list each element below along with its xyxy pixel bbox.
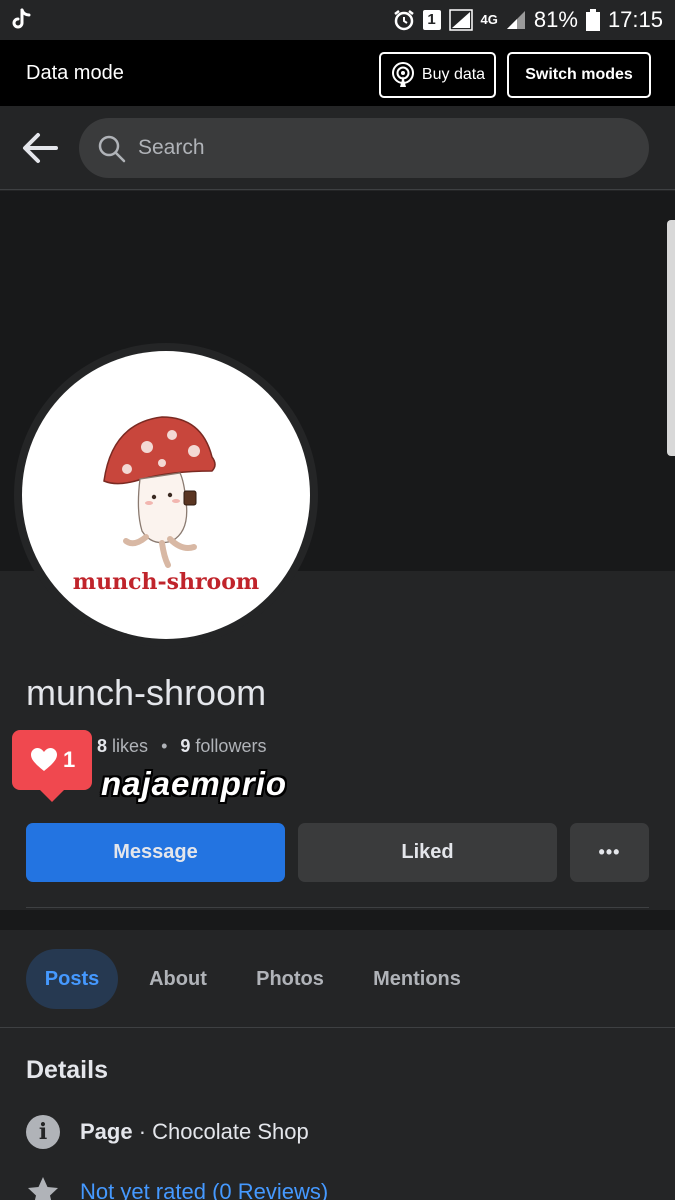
cell-signal-icon [506, 11, 525, 29]
notification-count-badge: 1 [422, 10, 441, 30]
page-separator: · [132, 1119, 153, 1144]
tab-posts-label: Posts [44, 967, 100, 990]
tab-mentions[interactable]: Mentions [365, 949, 469, 1009]
stats-separator: • [161, 736, 168, 756]
tab-photos[interactable]: Photos [245, 949, 335, 1009]
tab-photos-label: Photos [256, 967, 324, 990]
page-category-row: i Page · Chocolate Shop [26, 1112, 309, 1152]
followers-count: 9 [180, 736, 191, 756]
notification-count: 1 [63, 747, 76, 772]
page-title: munch-shroom [26, 672, 267, 713]
info-icon: i [26, 1115, 60, 1149]
switch-modes-label: Switch modes [525, 66, 633, 83]
search-placeholder: Search [138, 136, 205, 159]
back-arrow-icon[interactable] [20, 130, 60, 166]
message-button-label: Message [113, 841, 198, 863]
buy-data-button[interactable]: Buy data [379, 52, 496, 98]
divider [26, 907, 649, 908]
battery-icon [585, 9, 600, 31]
tab-about-label: About [149, 967, 207, 990]
liked-button[interactable]: Liked [298, 823, 557, 882]
scrollbar[interactable] [667, 220, 675, 456]
page-category: Chocolate Shop [152, 1119, 309, 1144]
liked-button-label: Liked [401, 841, 454, 863]
like-notification-bubble: 1 [12, 730, 92, 802]
likes-count: 8 [97, 736, 108, 756]
network-type: 4G [480, 12, 498, 27]
switch-modes-button[interactable]: Switch modes [507, 52, 651, 98]
search-input[interactable]: Search [79, 118, 649, 178]
clock-time: 17:15 [607, 7, 663, 32]
alarm-icon [393, 10, 414, 31]
search-header: Search [0, 106, 675, 190]
message-button[interactable]: Message [26, 823, 285, 882]
data-mode-bar: Data mode Buy data Switch modes [0, 40, 675, 106]
signal-icon [448, 9, 473, 31]
tab-mentions-label: Mentions [373, 967, 461, 990]
more-icon: ••• [598, 842, 621, 862]
status-bar: 1 4G 81% 17:15 [0, 0, 675, 40]
mushroom-mascot-illustration [103, 416, 216, 568]
tab-posts[interactable]: Posts [26, 949, 118, 1009]
search-icon [98, 135, 126, 163]
star-icon [28, 1177, 58, 1200]
battery-percent: 81% [533, 7, 578, 32]
more-options-button[interactable]: ••• [570, 823, 649, 882]
data-mode-label: Data mode [26, 62, 124, 84]
profile-tabs: Posts About Photos Mentions [0, 930, 675, 1028]
tab-about[interactable]: About [140, 949, 216, 1009]
followers-label: followers [195, 736, 267, 756]
section-gap [0, 910, 675, 930]
likes-label: likes [112, 736, 149, 756]
profile-picture[interactable]: munch-shroom [22, 351, 310, 639]
page-stats[interactable]: 8 likes • 9 followers [97, 736, 266, 757]
page-label: Page [80, 1119, 133, 1144]
page-category-text: Page · Chocolate Shop [80, 1119, 309, 1145]
broadcast-icon [391, 62, 414, 87]
profile-logo-text: munch-shroom [72, 569, 260, 595]
watermark-username: najaemprio [101, 765, 288, 802]
buy-data-label: Buy data [421, 66, 486, 83]
rating-row: Not yet rated (0 Reviews) [26, 1172, 328, 1200]
heart-icon [31, 748, 57, 771]
bubble-tail [40, 790, 64, 802]
details-heading: Details [26, 1056, 108, 1084]
tiktok-icon [12, 8, 31, 29]
reviews-link[interactable]: Not yet rated (0 Reviews) [80, 1179, 328, 1200]
